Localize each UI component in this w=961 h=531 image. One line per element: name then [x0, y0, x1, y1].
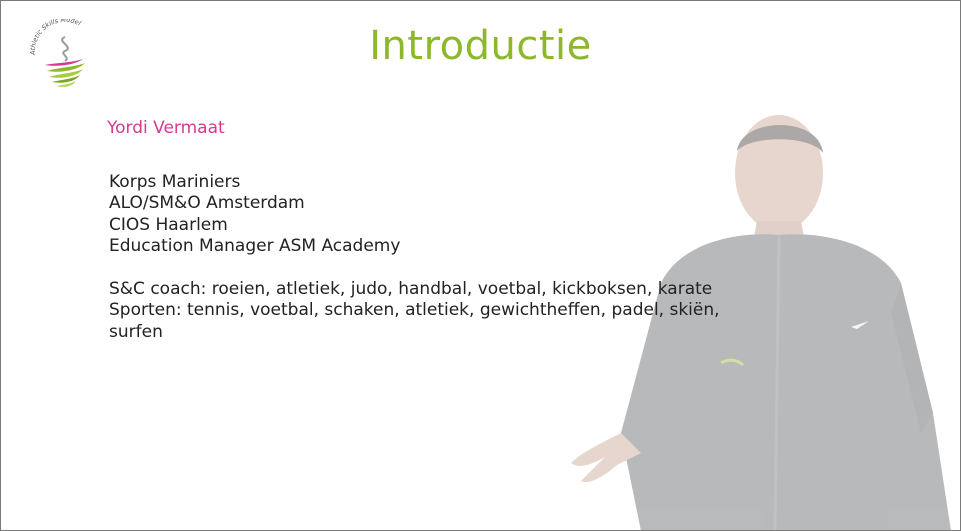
presenter-name: Yordi Vermaat [107, 118, 225, 138]
slide-title: Introductie [369, 23, 592, 69]
slide: Athletic Skills Model Introductie Yordi … [0, 0, 961, 531]
sports-line: S&C coach: roeien, atletiek, judo, handb… [109, 278, 713, 299]
background-item: CIOS Haarlem [109, 214, 228, 235]
background-list: Korps Mariniers ALO/SM&O Amsterdam CIOS … [109, 172, 720, 258]
sports-line: Sporten: tennis, voetbal, schaken, atlet… [109, 300, 720, 320]
sports-line: surfen [109, 321, 163, 342]
background-item: Korps Mariniers [109, 171, 241, 192]
background-item: ALO/SM&O Amsterdam [109, 193, 305, 213]
slide-content: Yordi Vermaat Korps Mariniers ALO/SM&O A… [107, 118, 720, 364]
sports-list: S&C coach: roeien, atletiek, judo, handb… [109, 279, 720, 344]
background-item: Education Manager ASM Academy [109, 236, 401, 256]
